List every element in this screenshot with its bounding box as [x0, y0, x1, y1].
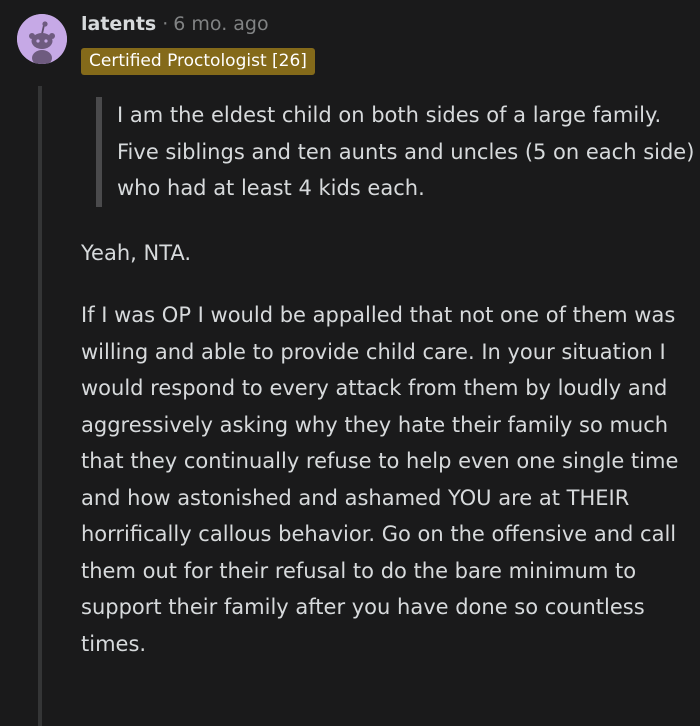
comment-paragraph: If I was OP I would be appalled that not… — [81, 303, 679, 656]
user-avatar[interactable] — [17, 14, 67, 64]
username-link[interactable]: latents — [81, 13, 156, 35]
meta-separator: · — [162, 13, 169, 35]
snoo-avatar-icon — [17, 14, 67, 64]
comment-header: latents · 6 mo. ago — [81, 11, 269, 37]
comment-timestamp[interactable]: 6 mo. ago — [173, 13, 268, 35]
user-flair: Certified Proctologist [26] — [81, 48, 315, 75]
blockquote: I am the eldest child on both sides of a… — [96, 97, 700, 207]
comment-paragraph: Yeah, NTA. — [81, 241, 192, 265]
thread-collapse-line[interactable] — [38, 86, 42, 726]
